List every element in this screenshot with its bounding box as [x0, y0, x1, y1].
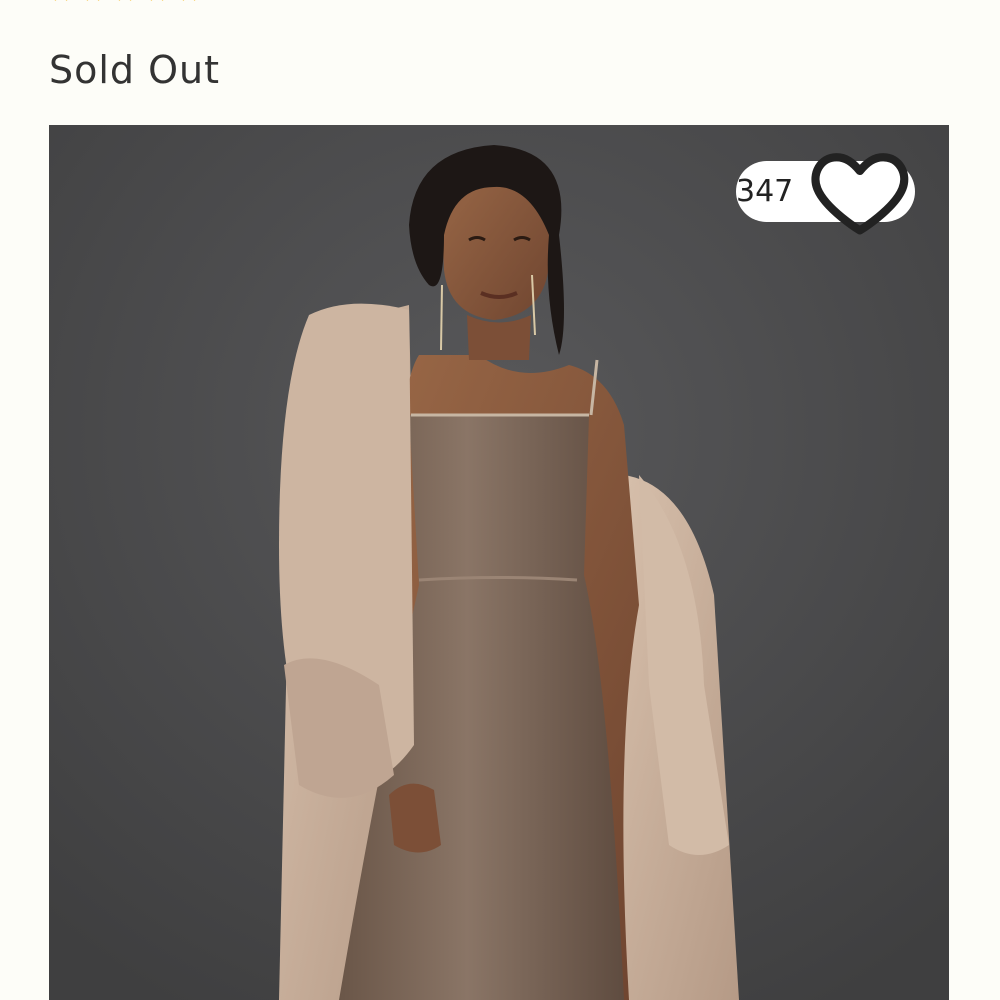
hand — [389, 783, 441, 853]
rating-row[interactable] — [49, 0, 201, 6]
product-page: Sold Out 347 — [0, 0, 1000, 1000]
favorite-button[interactable]: 347 — [736, 153, 915, 235]
favorite-count: 347 — [736, 174, 794, 209]
star-rating[interactable] — [49, 0, 201, 4]
star-icon — [113, 0, 137, 4]
heart-icon — [811, 153, 909, 235]
star-icon — [49, 0, 73, 4]
star-icon — [81, 0, 105, 4]
star-icon — [145, 0, 169, 4]
earring-left — [440, 284, 443, 351]
stock-status: Sold Out — [49, 48, 221, 92]
product-photo[interactable]: 347 — [49, 125, 949, 1000]
star-icon — [177, 0, 201, 4]
